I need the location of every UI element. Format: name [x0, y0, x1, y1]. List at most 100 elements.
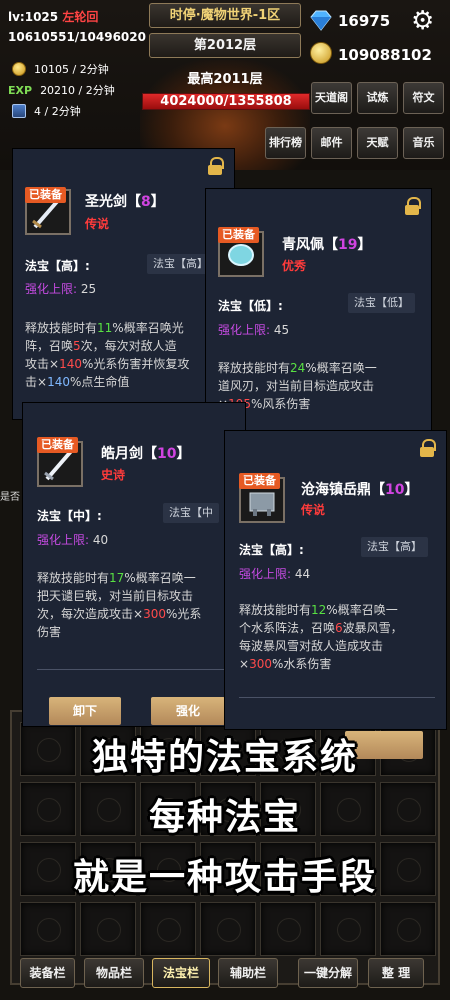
- menu-music-button[interactable]: 音乐: [403, 127, 444, 159]
- server-title[interactable]: 时停·魔物世界-1区: [149, 3, 301, 28]
- item-grade: 传说: [85, 217, 110, 231]
- partial-label: 是否: [0, 492, 20, 503]
- treasure-chest-icon: [12, 104, 26, 118]
- best-floor: 最高2011层: [187, 72, 263, 87]
- tab-auxiliary[interactable]: 辅助栏: [218, 958, 278, 988]
- tab-treasure[interactable]: 法宝栏: [152, 958, 210, 988]
- highlight-value: 5: [73, 339, 81, 353]
- item-card-haoyue[interactable]: 已装备 皓月剑【10】 史诗 法宝【中】: 法宝【中 强化上限: 40 释放技能…: [22, 402, 246, 727]
- highlight-value: 11: [97, 321, 113, 335]
- inventory-slot[interactable]: [140, 902, 196, 956]
- lock-icon[interactable]: [208, 157, 224, 175]
- menu-talent-button[interactable]: 天赋: [357, 127, 398, 159]
- item-level: 8: [141, 194, 151, 210]
- chest-rate: 4 / 2分钟: [34, 105, 81, 118]
- item-type: 法宝【中】:: [37, 509, 102, 523]
- item-name: 皓月剑【10】: [101, 443, 190, 463]
- desc-text: 次，每次对敌人造: [80, 339, 177, 353]
- desc-text: 波暴风雪，: [342, 621, 403, 635]
- menu-mail-button[interactable]: 邮件: [311, 127, 352, 159]
- desc-text: %水系伤害: [271, 657, 332, 671]
- card-divider: [37, 669, 237, 670]
- sort-button[interactable]: 整 理: [368, 958, 424, 988]
- enhance-label: 强化上限:: [25, 282, 78, 296]
- equipped-badge: 已装备: [218, 227, 259, 243]
- lock-icon[interactable]: [420, 439, 436, 457]
- item-name-end: 】: [176, 446, 191, 462]
- unequip-button[interactable]: 卸下: [49, 697, 121, 725]
- inventory-slot[interactable]: [380, 902, 436, 956]
- chest-rate-row: 4 / 2分钟: [12, 103, 81, 119]
- desc-text: %风系伤害: [250, 397, 311, 411]
- highlight-value: 17: [109, 571, 125, 585]
- inventory-slot[interactable]: [20, 902, 76, 956]
- floor-indicator[interactable]: 第2012层: [149, 33, 301, 58]
- level-text: lv:1025: [8, 10, 59, 24]
- enhance-limit: 强化上限: 25: [25, 280, 96, 297]
- desc-text: 阵，召唤: [25, 339, 74, 353]
- menu-tiandao-button[interactable]: 天道阁: [311, 82, 352, 114]
- promo-caption-line3: 就是一种攻击手段: [72, 857, 377, 898]
- inventory-slot[interactable]: [200, 902, 256, 956]
- card-divider: [239, 697, 435, 698]
- item-name-text: 沧海镇岳鼎【: [301, 482, 385, 498]
- gold-rate-row: 10105 / 2分钟: [12, 61, 109, 77]
- menu-rune-button[interactable]: 符文: [403, 82, 444, 114]
- item-type-chip: 法宝【低】: [348, 293, 415, 313]
- inventory-slot[interactable]: [320, 902, 376, 956]
- enhance-value: 44: [294, 567, 311, 581]
- highlight-value: 12: [311, 603, 327, 617]
- item-grade: 优秀: [282, 259, 307, 273]
- gold-count: 109088102: [338, 46, 432, 64]
- desc-text: %概率召唤光: [112, 321, 184, 335]
- enhance-limit: 强化上限: 44: [239, 565, 310, 582]
- gold-coin-icon: [310, 42, 332, 64]
- desc-text: 释放技能时有: [37, 571, 110, 585]
- menu-trial-button[interactable]: 试炼: [357, 82, 398, 114]
- tab-items[interactable]: 物品栏: [84, 958, 144, 988]
- inventory-slot[interactable]: [80, 902, 136, 956]
- player-title: 左轮回: [62, 10, 99, 24]
- desc-text: 伤害: [37, 625, 62, 639]
- item-name-text: 青风佩【: [282, 237, 338, 253]
- desc-text: 击×: [25, 375, 48, 389]
- desc-text: %点生命值: [69, 375, 130, 389]
- boss-hp-bar: 4024000/1355808: [142, 93, 310, 110]
- desc-text: 次，每次造成攻击×: [37, 607, 144, 621]
- item-type-chip: 法宝【高】: [147, 254, 214, 274]
- item-level: 19: [338, 237, 358, 253]
- exp-icon: EXP: [8, 83, 33, 97]
- highlight-value: 300: [249, 657, 272, 671]
- enhance-button[interactable]: 强化: [151, 697, 225, 725]
- diamond-icon: [310, 10, 332, 31]
- menu-ranking-button[interactable]: 排行榜: [265, 127, 306, 159]
- promo-caption-line1: 独特的法宝系统: [91, 737, 358, 778]
- settings-gear-icon[interactable]: ⚙: [411, 8, 434, 34]
- item-card-shengguang[interactable]: 已装备 圣光剑【8】 传说 法宝【高】: 法宝【高】 强化上限: 25 释放技能…: [12, 148, 235, 420]
- dismantle-all-button[interactable]: 一键分解: [298, 958, 358, 988]
- item-card-canghai[interactable]: 已装备 沧海镇岳鼎【10】 传说 法宝【高】: 法宝【高】 强化上限: 44 释…: [224, 430, 447, 759]
- desc-text: 道风刃，对当前目标造成攻击: [218, 379, 375, 393]
- gold-coin-icon: [12, 62, 26, 76]
- enhance-label: 强化上限:: [37, 533, 90, 547]
- enhance-value: 25: [80, 282, 97, 296]
- desc-text: 释放技能时有: [25, 321, 98, 335]
- item-description: 释放技能时有24%概率召唤一道风刃，对当前目标造成攻击×195%风系伤害: [218, 359, 426, 413]
- equipped-badge: 已装备: [239, 473, 280, 489]
- enhance-label: 强化上限:: [218, 323, 271, 337]
- desc-text: 释放技能时有: [239, 603, 312, 617]
- item-card-qingfeng[interactable]: 已装备 青风佩【19】 优秀 法宝【低】: 法宝【低】 强化上限: 45 释放技…: [205, 188, 432, 434]
- desc-text: 个水系阵法，召唤: [239, 621, 336, 635]
- gold-rate: 10105 / 2分钟: [34, 63, 109, 76]
- player-level: lv:1025 左轮回: [8, 8, 98, 25]
- highlight-value: 140: [59, 357, 82, 371]
- desc-text: 释放技能时有: [218, 361, 291, 375]
- highlight-value: 6: [335, 621, 343, 635]
- item-type: 法宝【低】:: [218, 299, 283, 313]
- lock-icon[interactable]: [405, 197, 421, 215]
- top-hud: lv:1025 左轮回 10610551/10496020 10105 / 2分…: [0, 0, 450, 170]
- enhance-limit: 强化上限: 45: [218, 321, 289, 338]
- inventory-slot[interactable]: [260, 902, 316, 956]
- tab-equipment[interactable]: 装备栏: [20, 958, 75, 988]
- item-name-text: 皓月剑【: [101, 446, 157, 462]
